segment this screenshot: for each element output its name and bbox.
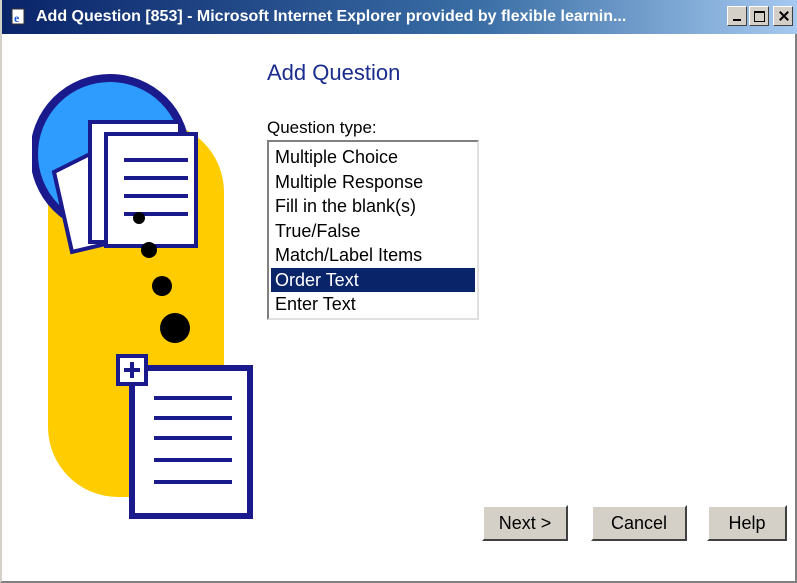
minimize-button[interactable] [727, 6, 747, 26]
list-item-true-false[interactable]: True/False [271, 219, 475, 244]
thought-dot-small [133, 212, 145, 224]
window-title: Add Question [853] - Microsoft Internet … [36, 8, 627, 25]
title-bar[interactable]: e Add Question [853] - Microsoft Interne… [2, 0, 797, 34]
svg-text:e: e [14, 11, 20, 25]
thought-dot-xlarge [160, 313, 190, 343]
maximize-button[interactable] [749, 6, 769, 26]
question-type-listbox[interactable]: Multiple Choice Multiple Response Fill i… [267, 140, 479, 320]
list-item-multiple-response[interactable]: Multiple Response [271, 170, 475, 195]
list-item-enter-text[interactable]: Enter Text [271, 292, 475, 317]
dialog-window: e Add Question [853] - Microsoft Interne… [0, 0, 797, 583]
next-button[interactable]: Next > [482, 505, 568, 541]
cancel-button[interactable]: Cancel [591, 505, 687, 541]
help-button[interactable]: Help [707, 505, 787, 541]
add-question-illustration [32, 74, 253, 519]
list-item-multiple-choice[interactable]: Multiple Choice [271, 145, 475, 170]
thought-dot-large [152, 276, 172, 296]
list-item-order-text[interactable]: Order Text [271, 267, 475, 292]
list-item-match-label-items[interactable]: Match/Label Items [271, 243, 475, 268]
list-item-fill-in-the-blanks[interactable]: Fill in the blank(s) [271, 194, 475, 219]
thought-dot-medium [141, 242, 157, 258]
new-document-icon [129, 365, 253, 519]
plus-icon [116, 354, 148, 386]
close-button[interactable] [773, 6, 793, 26]
ie-page-icon: e [8, 6, 30, 28]
page-title: Add Question [267, 60, 401, 85]
question-type-label: Question type: [267, 118, 377, 137]
